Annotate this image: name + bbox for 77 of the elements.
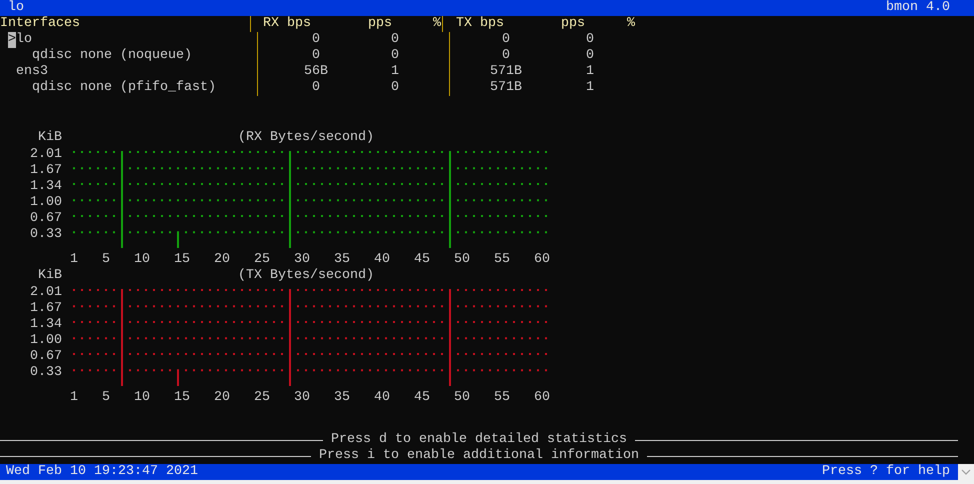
x-tick-label: 40 (374, 390, 390, 404)
chart-title: (RX Bytes/second) (238, 130, 374, 145)
y-tick-label: 1.67 (30, 163, 62, 178)
column-header: pps (560, 16, 586, 32)
column-header: Interfaces (0, 16, 81, 32)
y-tick-label: 1.00 (30, 333, 62, 348)
x-tick-label: 5 (102, 252, 110, 266)
table-cell-text: 0 (585, 48, 595, 64)
y-tick-label: 1.67 (30, 301, 62, 316)
y-tick-label: 0.67 (30, 211, 62, 226)
interface-name[interactable]: ens3 (16, 64, 48, 80)
x-tick-label: 45 (414, 390, 430, 404)
y-tick-label: 0.33 (30, 227, 62, 242)
table-cell-text: 1 (585, 64, 595, 80)
x-tick-label: 10 (134, 390, 150, 404)
chart-title: (TX Bytes/second) (238, 268, 374, 283)
x-tick-label: 60 (534, 390, 550, 404)
table-cell-text: 0 (311, 80, 321, 96)
column-header: RX bps (262, 16, 312, 32)
y-tick-label: 0.67 (30, 349, 62, 364)
x-tick-label: 10 (134, 252, 150, 266)
y-tick-label: 1.34 (30, 179, 62, 194)
table-cell-text: 0 (311, 32, 321, 48)
x-tick-label: 30 (294, 252, 310, 266)
y-tick-label: 1.00 (30, 195, 62, 210)
x-tick-label: 35 (334, 390, 350, 404)
column-header: % (626, 16, 636, 32)
window-title: lo (7, 0, 24, 16)
table-cell-text: 0 (501, 48, 511, 64)
x-tick-label: 35 (334, 252, 350, 266)
interface-name[interactable]: qdisc none (pfifo_fast) (32, 80, 216, 96)
column-header: pps (367, 16, 393, 32)
table-cell-text: 0 (390, 48, 400, 64)
x-tick-label: 15 (174, 252, 190, 266)
x-tick-label: 30 (294, 390, 310, 404)
app-version: bmon 4.0 (886, 0, 951, 16)
x-tick-label: 60 (534, 252, 550, 266)
x-tick-label: 1 (70, 390, 78, 404)
column-header: % (432, 16, 442, 32)
x-tick-label: 15 (174, 390, 190, 404)
table-cell-text: 1 (390, 64, 400, 80)
table-cell-text: 571B (489, 64, 523, 80)
axis-unit: KiB (38, 268, 62, 283)
interface-name[interactable]: lo (16, 32, 32, 48)
column-header: TX bps (455, 16, 505, 32)
x-tick-label: 20 (214, 252, 230, 266)
x-tick-label: 55 (494, 390, 510, 404)
help-hint: Press ? for help (822, 464, 951, 480)
table-cell-text: 0 (390, 32, 400, 48)
table-cell-text: 0 (311, 48, 321, 64)
axis-unit: KiB (38, 130, 62, 145)
x-tick-label: 20 (214, 390, 230, 404)
x-tick-label: 1 (70, 252, 78, 266)
hint-text: Press i to enable additional information (318, 448, 640, 464)
table-cell-text: 1 (585, 80, 595, 96)
x-tick-label: 55 (494, 252, 510, 266)
x-tick-label: 40 (374, 252, 390, 266)
table-cell-text: 0 (585, 32, 595, 48)
y-tick-label: 2.01 (30, 147, 62, 162)
interface-name[interactable]: qdisc none (noqueue) (32, 48, 192, 64)
table-cell-text: 56B (303, 64, 329, 80)
table-cell-text: 0 (390, 80, 400, 96)
scroll-down-icon[interactable] (961, 468, 971, 476)
hint-text: Press d to enable detailed statistics (330, 432, 628, 448)
x-tick-label: 50 (454, 390, 470, 404)
x-tick-label: 50 (454, 252, 470, 266)
x-tick-label: 5 (102, 390, 110, 404)
row-cursor: > (8, 32, 16, 48)
table-cell-text: 571B (489, 80, 523, 96)
y-tick-label: 2.01 (30, 285, 62, 300)
x-tick-label: 25 (254, 390, 270, 404)
x-tick-label: 25 (254, 252, 270, 266)
y-tick-label: 0.33 (30, 365, 62, 380)
status-datetime: Wed Feb 10 19:23:47 2021 (5, 464, 198, 480)
x-tick-label: 45 (414, 252, 430, 266)
table-cell-text: 0 (501, 32, 511, 48)
y-tick-label: 1.34 (30, 317, 62, 332)
